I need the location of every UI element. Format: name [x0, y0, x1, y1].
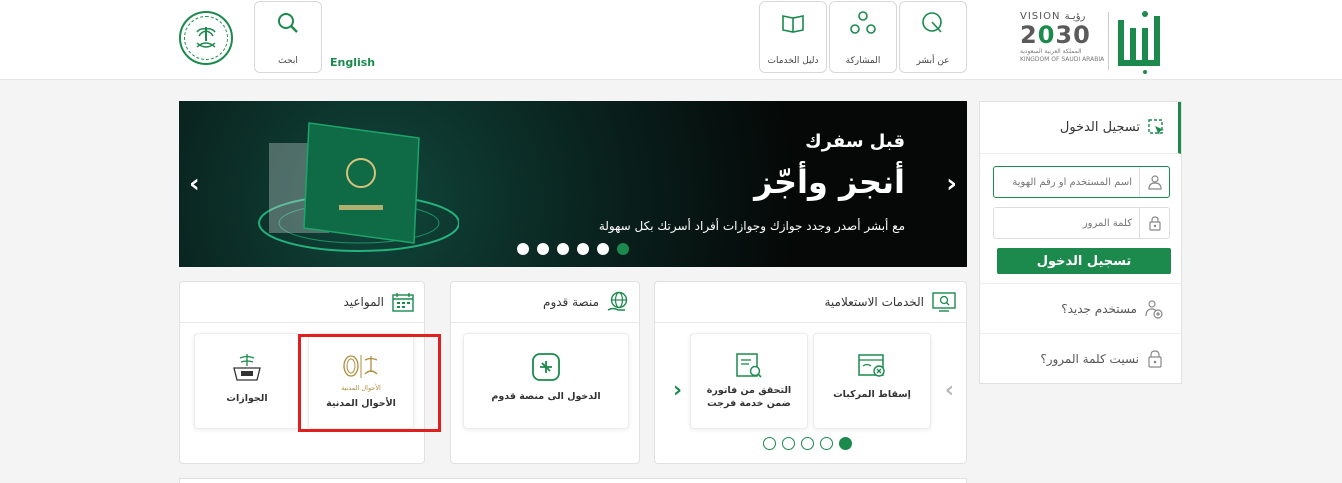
nav-participation[interactable]: المشاركة — [829, 1, 897, 73]
tile-label: التحقق من فاتورة ضمن خدمة فرجت — [706, 385, 792, 409]
user-field-icon — [1139, 167, 1169, 197]
monitor-search-icon — [932, 292, 956, 312]
slider-dot[interactable] — [597, 243, 609, 255]
new-user-label: مستخدم جديد؟ — [1061, 301, 1137, 316]
nav-label: المشاركة — [845, 56, 881, 66]
inquiry-dot[interactable] — [763, 437, 776, 450]
globe-hand-icon — [607, 291, 628, 311]
slide-description: مع أبشر أصدر وجدد جوازك وجوازات أفراد أس… — [598, 219, 905, 233]
slider-next-arrow[interactable]: › — [946, 171, 957, 197]
card-header: المواعيد — [180, 282, 424, 323]
about-pointer-icon — [922, 12, 942, 33]
tile-passports[interactable]: الجوازات — [194, 333, 300, 429]
english-language-link[interactable]: English — [330, 56, 375, 69]
login-panel: تسجيل الدخول تسجيل الدخول مستخدم جديد؟ — [979, 101, 1182, 384]
card-header: منصة قدوم — [451, 282, 639, 323]
next-section-card — [179, 478, 967, 483]
slider-dot[interactable] — [577, 243, 589, 255]
tile-qudoom-login[interactable]: الدخول الى منصة قدوم — [463, 333, 629, 429]
slider-dot[interactable] — [517, 243, 529, 255]
inquiry-prev-arrow[interactable]: ‹ — [945, 378, 954, 403]
tile-label: إسقاط المركبات — [833, 389, 911, 400]
forgot-password-label: نسيت كلمة المرور؟ — [1040, 351, 1139, 366]
search-label: ابحث — [278, 56, 298, 66]
search-button[interactable]: ابحث — [254, 1, 322, 73]
nav-services-guide[interactable]: دليل الخدمات — [759, 1, 827, 73]
slide-headline: أنجز وأجّز — [754, 163, 905, 201]
qudoom-card: منصة قدوم الدخول الى منصة قدوم — [450, 281, 640, 464]
lock-question-icon — [1148, 349, 1162, 368]
nav-about-absher[interactable]: عن أبشر — [899, 1, 967, 73]
vision-2030-logo: VISION رؤيـة 2030 المملكة العربية السعود… — [1020, 11, 1112, 73]
logo-divider — [1108, 12, 1109, 70]
vehicle-cancel-icon — [858, 354, 885, 377]
login-header: تسجيل الدخول — [980, 102, 1181, 154]
lock-icon — [1148, 216, 1161, 231]
inquiry-services-card: الخدمات الاستعلامية إسقاط المركبات التحق… — [654, 281, 967, 464]
tile-label: الدخول الى منصة قدوم — [491, 391, 601, 402]
airplane-icon — [532, 353, 560, 381]
login-cursor-icon — [1148, 118, 1164, 135]
password-field[interactable] — [993, 207, 1170, 239]
slider-prev-arrow[interactable]: ‹ — [189, 171, 200, 197]
card-title: المواعيد — [343, 295, 384, 309]
card-title: الخدمات الاستعلامية — [824, 295, 924, 309]
new-user-link[interactable]: مستخدم جديد؟ — [980, 283, 1181, 333]
slider-dot[interactable] — [557, 243, 569, 255]
passports-logo-icon — [233, 354, 261, 381]
passport-illustration — [258, 122, 459, 252]
vision-subtitle-ar: المملكة العربية السعودية — [1020, 48, 1082, 55]
vision-subtitle-en: KINGDOM OF SAUDI ARABIA — [1020, 56, 1105, 63]
tile-vehicle-drop[interactable]: إسقاط المركبات — [813, 333, 931, 429]
vision-number: 2030 — [1020, 21, 1091, 49]
login-submit-button[interactable]: تسجيل الدخول — [997, 248, 1171, 274]
absher-logo-mark — [1118, 11, 1160, 74]
palm-swords-icon — [196, 27, 216, 48]
slider-dot[interactable] — [617, 243, 629, 255]
add-user-icon — [1145, 299, 1163, 319]
highlight-box — [298, 334, 441, 432]
password-input[interactable] — [994, 209, 1138, 237]
username-input[interactable] — [994, 168, 1138, 196]
card-title: منصة قدوم — [543, 295, 599, 309]
calendar-icon — [392, 293, 414, 312]
tile-faraj-invoice-check[interactable]: التحقق من فاتورة ضمن خدمة فرجت — [690, 333, 808, 429]
share-network-icon — [850, 11, 876, 34]
inquiry-dot[interactable] — [782, 437, 795, 450]
absher-logo[interactable] — [1116, 6, 1168, 74]
username-field[interactable] — [993, 166, 1170, 198]
login-title: تسجيل الدخول — [1059, 120, 1140, 135]
saudi-emblem-logo[interactable] — [179, 11, 233, 65]
nav-label: دليل الخدمات — [767, 56, 819, 66]
inquiry-dot[interactable] — [801, 437, 814, 450]
book-icon — [782, 15, 804, 33]
forgot-password-link[interactable]: نسيت كلمة المرور؟ — [980, 333, 1181, 383]
tile-label: الجوازات — [226, 393, 268, 404]
top-header: ابحث English دليل الخدمات المشاركة عن أب… — [0, 0, 1342, 80]
inquiry-dots[interactable] — [763, 437, 852, 450]
inquiry-next-arrow[interactable]: › — [673, 378, 682, 403]
card-header: الخدمات الاستعلامية — [655, 282, 966, 323]
user-icon — [1147, 175, 1162, 190]
search-icon — [278, 13, 298, 33]
lock-field-icon — [1139, 208, 1169, 238]
slide-title: قبل سفرك — [805, 131, 905, 152]
inquiry-dot[interactable] — [839, 437, 852, 450]
inquiry-dot[interactable] — [820, 437, 833, 450]
slider-dot[interactable] — [537, 243, 549, 255]
invoice-search-icon — [736, 353, 762, 378]
nav-label: عن أبشر — [916, 56, 950, 66]
slider-dots[interactable] — [517, 243, 629, 255]
hero-slider[interactable]: قبل سفرك أنجز وأجّز مع أبشر أصدر وجدد جو… — [179, 101, 967, 267]
